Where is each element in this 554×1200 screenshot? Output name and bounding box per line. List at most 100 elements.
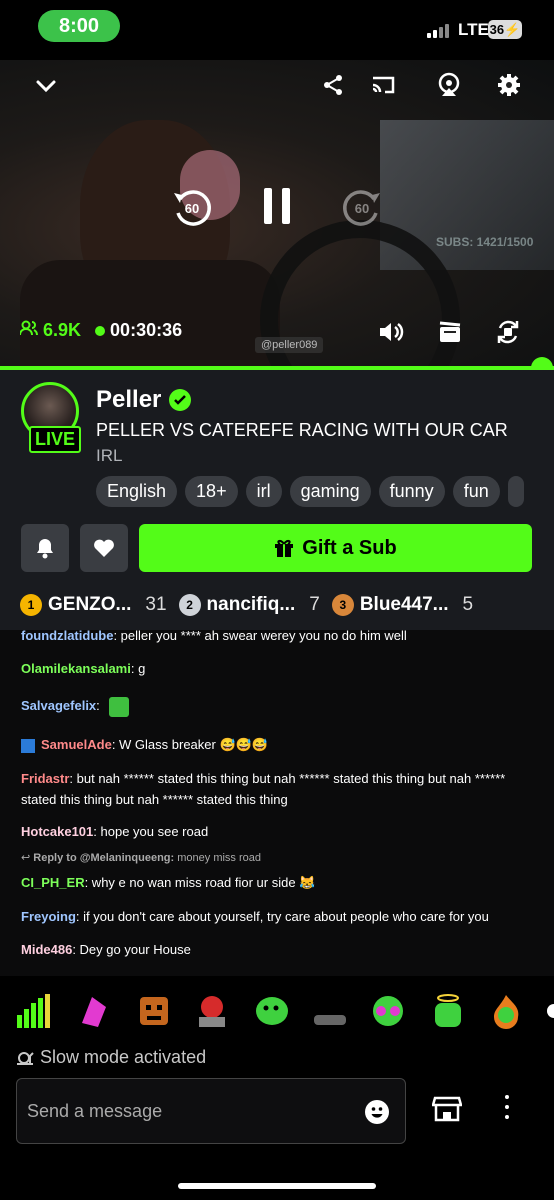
- reply-text: money miss road: [174, 852, 261, 864]
- channel-name-row[interactable]: Peller: [96, 386, 192, 414]
- store-icon[interactable]: [431, 1094, 463, 1129]
- subs-overlay: SUBS: 1421/1500: [436, 235, 534, 249]
- pink-emote-icon[interactable]: [76, 993, 112, 1029]
- video-player[interactable]: SUBS: 1421/1500 60 60 6.9K 00:30:36 @pel…: [0, 60, 554, 366]
- rewind-seconds: 60: [185, 201, 199, 216]
- tag-chip[interactable]: irl: [245, 476, 282, 507]
- chat-text: : why e no wan miss road fior ur side 😹: [84, 875, 316, 890]
- bars-emote-icon[interactable]: [16, 993, 52, 1029]
- bell-icon: [37, 539, 53, 559]
- chat-message[interactable]: Freyoing: if you don't care about yourse…: [21, 906, 541, 927]
- slow-mode-notice: Slow mode activated: [16, 1047, 206, 1068]
- chat-text: : but nah ****** stated this thing but n…: [21, 771, 506, 807]
- cast-icon[interactable]: [368, 70, 398, 100]
- video-detail: [20, 260, 280, 366]
- more-options-icon[interactable]: [505, 1095, 509, 1119]
- chat-message[interactable]: Salvagefelix:: [21, 695, 541, 717]
- clip-icon[interactable]: [436, 318, 464, 346]
- notification-bell-button[interactable]: [21, 524, 69, 572]
- leaderboard-count: 5: [462, 594, 474, 615]
- cellular-signal-icon: [427, 24, 449, 38]
- badge-icon: [21, 738, 35, 753]
- gold-medal-icon: 1: [20, 594, 42, 616]
- rewind-60-icon[interactable]: 60: [170, 185, 214, 229]
- headphones-emote-icon[interactable]: [370, 993, 406, 1029]
- emote-overflow-icon[interactable]: [546, 993, 554, 1029]
- leaderboard-count: 31: [145, 594, 167, 615]
- chat-panel[interactable]: foundzlatidube: peller you **** ah swear…: [0, 630, 554, 976]
- tag-chip[interactable]: English: [96, 476, 178, 507]
- tag-chip[interactable]: funny: [378, 476, 445, 507]
- gift-icon: [275, 539, 294, 557]
- message-composer[interactable]: [16, 1078, 406, 1144]
- stream-stats: 6.9K 00:30:36: [19, 320, 182, 341]
- pause-icon[interactable]: [260, 184, 294, 228]
- chat-message[interactable]: Olamilekansalami: g: [21, 658, 541, 679]
- chat-username[interactable]: Mide486: [21, 942, 72, 957]
- chat-text: : hope you see road: [93, 824, 209, 839]
- tag-chip[interactable]: fun: [452, 476, 500, 507]
- chat-text: :: [96, 698, 100, 713]
- settings-gear-icon[interactable]: [494, 70, 524, 100]
- stream-category[interactable]: IRL: [96, 446, 122, 466]
- tag-chip[interactable]: 18+: [185, 476, 238, 507]
- silver-medal-icon: 2: [178, 594, 201, 616]
- chat-username[interactable]: CI_PH_ER: [21, 875, 85, 890]
- volume-icon[interactable]: [377, 318, 405, 346]
- forward-60-icon[interactable]: 60: [340, 185, 384, 229]
- tag-chip-partial[interactable]: [507, 476, 524, 507]
- status-time: 8:00: [38, 10, 120, 42]
- small-emote-icon[interactable]: [312, 993, 348, 1029]
- viewer-count: 6.9K: [19, 320, 82, 341]
- chat-username[interactable]: Fridastr: [21, 771, 69, 786]
- chat-username[interactable]: Freyoing: [21, 909, 76, 924]
- tag-chip[interactable]: gaming: [289, 476, 371, 507]
- reply-context[interactable]: ↩ Reply to @Melaninqueeng: money miss ro…: [21, 851, 261, 864]
- reply-arrow-icon: ↩: [21, 852, 34, 864]
- heart-icon: [94, 539, 114, 557]
- emote-bar: [0, 976, 554, 1040]
- leaderboard-item[interactable]: 3 Blue447... 5: [331, 594, 485, 616]
- emoji-picker-icon[interactable]: [365, 1100, 389, 1124]
- leaderboard-item[interactable]: 1 GENZO... 31: [20, 594, 179, 616]
- viewer-count-value: 6.9K: [43, 320, 82, 340]
- stream-uptime: 00:30:36: [95, 320, 182, 341]
- fire-emote-icon[interactable]: [488, 993, 524, 1029]
- chat-message[interactable]: Fridastr: but nah ****** stated this thi…: [21, 768, 541, 810]
- airplay-icon[interactable]: [434, 70, 464, 100]
- dj-emote-icon[interactable]: [194, 993, 230, 1029]
- gift-label: Gift a Sub: [302, 536, 397, 559]
- home-indicator[interactable]: [178, 1183, 376, 1189]
- chat-username[interactable]: Hotcake101: [21, 824, 93, 839]
- chat-message[interactable]: foundzlatidube: peller you **** ah swear…: [21, 630, 541, 646]
- green-blob-emote-icon[interactable]: [254, 993, 290, 1029]
- chat-username[interactable]: SamuelAde: [41, 737, 112, 752]
- chat-username[interactable]: Salvagefelix: [21, 698, 96, 713]
- chat-message[interactable]: Mide486: Dey go your House: [21, 939, 541, 960]
- battery-level: 36: [489, 22, 505, 37]
- angel-emote-icon[interactable]: [430, 993, 466, 1029]
- chat-text: : if you don't care about yourself, try …: [75, 909, 489, 924]
- leaderboard-count: 7: [309, 594, 320, 615]
- chat-username[interactable]: Olamilekansalami: [21, 661, 131, 676]
- follow-heart-button[interactable]: [80, 524, 128, 572]
- chat-username[interactable]: foundzlatidube: [21, 630, 113, 643]
- reply-prefix: Reply to @Melaninqueeng:: [33, 852, 175, 864]
- collapse-chevron-icon[interactable]: [32, 72, 60, 100]
- leaderboard-item[interactable]: 2 nancifiq... 7: [178, 594, 332, 616]
- chat-text: : g: [130, 661, 146, 676]
- message-input[interactable]: [27, 1097, 347, 1125]
- uptime-value: 00:30:36: [110, 320, 183, 340]
- chat-text: : peller you **** ah swear werey you no …: [113, 630, 407, 643]
- rotate-screen-icon[interactable]: [494, 318, 522, 346]
- chat-message[interactable]: Hotcake101: hope you see road: [21, 821, 541, 842]
- leaderboard-name: GENZO...: [48, 594, 132, 615]
- chat-message[interactable]: SamuelAde: W Glass breaker 😅😅😅: [21, 734, 541, 755]
- angry-box-emote-icon[interactable]: [136, 993, 172, 1029]
- stream-title: PELLER VS CATEREFE RACING WITH OUR CAR: [96, 420, 508, 440]
- share-icon[interactable]: [318, 70, 348, 100]
- gift-a-sub-button[interactable]: Gift a Sub: [139, 524, 532, 572]
- chat-text: : W Glass breaker 😅😅😅: [111, 737, 269, 752]
- chat-message[interactable]: CI_PH_ER: why e no wan miss road fior ur…: [21, 872, 541, 893]
- snail-icon: [17, 1051, 34, 1065]
